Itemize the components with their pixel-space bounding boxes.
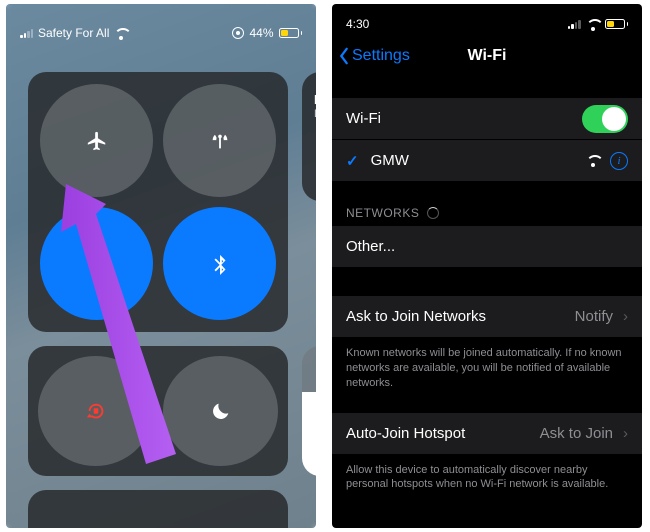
ask-description: Known networks will be joined automatica…: [332, 338, 642, 391]
cellular-signal-icon: [568, 19, 581, 29]
battery-icon: [605, 19, 629, 29]
chevron-right-icon: ›: [623, 308, 628, 325]
battery-icon: [279, 28, 303, 38]
checkmark-icon: ✓: [346, 152, 359, 170]
now-playing-tile[interactable]: Laugh Now Cry... Drake: [302, 72, 316, 201]
other-network-row[interactable]: Other...: [332, 226, 642, 268]
slider-group: [302, 346, 316, 476]
wifi-icon: [586, 19, 600, 30]
antenna-icon: [209, 130, 231, 152]
wifi-switch[interactable]: [582, 105, 628, 133]
signal-strength-icon: [586, 155, 600, 166]
clock: 4:30: [346, 17, 369, 31]
network-name: GMW: [371, 152, 409, 169]
wifi-toggle[interactable]: [40, 207, 153, 320]
wifi-master-toggle-row[interactable]: Wi-Fi: [332, 98, 642, 140]
wifi-row-label: Wi-Fi: [346, 110, 381, 127]
rotation-lock-icon: [85, 400, 107, 422]
airplane-mode-toggle[interactable]: [40, 84, 153, 197]
location-icon: [232, 27, 244, 39]
bluetooth-toggle[interactable]: [163, 207, 276, 320]
brightness-slider[interactable]: [302, 346, 316, 476]
info-button[interactable]: i: [610, 152, 628, 170]
screen-mirroring-tile[interactable]: Screen Mirroring: [28, 490, 288, 528]
networks-header: NETWORKS: [332, 182, 642, 226]
auto-label: Auto-Join Hotspot: [346, 425, 465, 442]
wifi-icon: [114, 28, 128, 39]
status-bar: Safety For All 44%: [6, 4, 316, 44]
connectivity-tile[interactable]: [28, 72, 288, 332]
bluetooth-icon: [209, 253, 231, 275]
wifi-settings-screenshot: 4:30 Settings Wi-Fi Wi-Fi ✓ GMW i NETWOR: [332, 4, 642, 528]
focus-tile[interactable]: [28, 346, 288, 476]
auto-description: Allow this device to automatically disco…: [332, 455, 642, 493]
track-artist: Drake: [314, 108, 316, 120]
page-title: Wi-Fi: [332, 47, 642, 65]
networks-header-label: NETWORKS: [346, 206, 419, 220]
moon-icon: [210, 400, 232, 422]
ask-value: Notify: [575, 308, 613, 325]
cellular-data-toggle[interactable]: [163, 84, 276, 197]
battery-percent: 44%: [249, 26, 273, 40]
auto-join-hotspot-row[interactable]: Auto-Join Hotspot Ask to Join ›: [332, 413, 642, 455]
airplane-icon: [86, 130, 108, 152]
auto-value: Ask to Join: [540, 425, 613, 442]
connected-network-row[interactable]: ✓ GMW i: [332, 140, 642, 182]
carrier-label: Safety For All: [38, 26, 109, 40]
ask-to-join-row[interactable]: Ask to Join Networks Notify ›: [332, 296, 642, 338]
chevron-right-icon: ›: [623, 425, 628, 442]
spinner-icon: [427, 207, 439, 219]
wifi-icon: [86, 253, 108, 275]
track-title: Laugh Now Cry...: [314, 92, 316, 107]
other-label: Other...: [346, 238, 395, 255]
rotation-lock-toggle[interactable]: [38, 356, 153, 466]
status-bar: 4:30: [332, 4, 642, 34]
nav-bar: Settings Wi-Fi: [332, 34, 642, 78]
do-not-disturb-toggle[interactable]: [163, 356, 278, 466]
cellular-signal-icon: [20, 28, 33, 38]
ask-label: Ask to Join Networks: [346, 308, 486, 325]
control-center-screenshot: Safety For All 44%: [6, 4, 316, 528]
